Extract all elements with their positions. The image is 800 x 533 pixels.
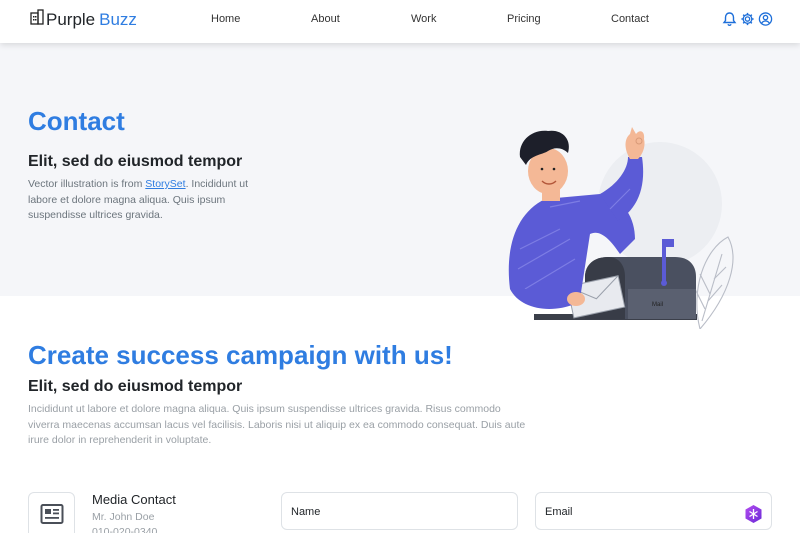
mailbox-label: Mail [652, 302, 663, 308]
media-contact-name: Mr. John Doe [92, 511, 155, 523]
name-field-placeholder: Name [291, 506, 321, 518]
nav-contact[interactable]: Contact [611, 13, 649, 25]
name-field[interactable]: Name [281, 492, 518, 530]
brand-name-primary: Purple [46, 9, 96, 29]
nav-home[interactable]: Home [211, 13, 240, 25]
navbar: Purple Buzz Home About Work Pricing Cont… [0, 0, 800, 43]
page-title: Contact [28, 106, 125, 136]
gear-icon[interactable] [740, 11, 755, 27]
nav-about[interactable]: About [311, 13, 340, 25]
mailbox-illustration: Mail [490, 89, 750, 334]
section-subtitle: Elit, sed do eiusmod tempor [28, 378, 243, 395]
storyset-link[interactable]: StorySet [145, 178, 185, 190]
bell-icon[interactable] [722, 11, 737, 27]
hero-text-lead: Vector illustration is from [28, 178, 146, 190]
nav-icon-group [722, 11, 773, 27]
section-title: Create success campaign with us! [28, 340, 453, 370]
hero-subtitle: Elit, sed do eiusmod tempor [28, 153, 243, 170]
media-contact-icon-box [28, 492, 75, 533]
email-field[interactable]: Email [535, 492, 772, 530]
password-manager-extension-icon[interactable] [744, 502, 763, 533]
nav-work[interactable]: Work [411, 13, 436, 25]
brand-name-accent: Buzz [99, 9, 137, 29]
email-field-placeholder: Email [545, 506, 573, 518]
media-contact-phone: 010-020-0340 [92, 526, 158, 533]
hero-description: Vector illustration is from StorySet. In… [28, 177, 278, 224]
media-contact-title: Media Contact [92, 492, 176, 507]
user-circle-icon[interactable] [758, 11, 773, 27]
section-description: Incididunt ut labore et dolore magna ali… [28, 403, 526, 446]
newspaper-icon [40, 503, 64, 530]
nav-pricing[interactable]: Pricing [507, 13, 541, 25]
building-icon [30, 9, 46, 30]
hero-section: Contact Elit, sed do eiusmod tempor Vect… [0, 43, 800, 331]
brand-logo[interactable]: Purple Buzz [30, 9, 137, 30]
